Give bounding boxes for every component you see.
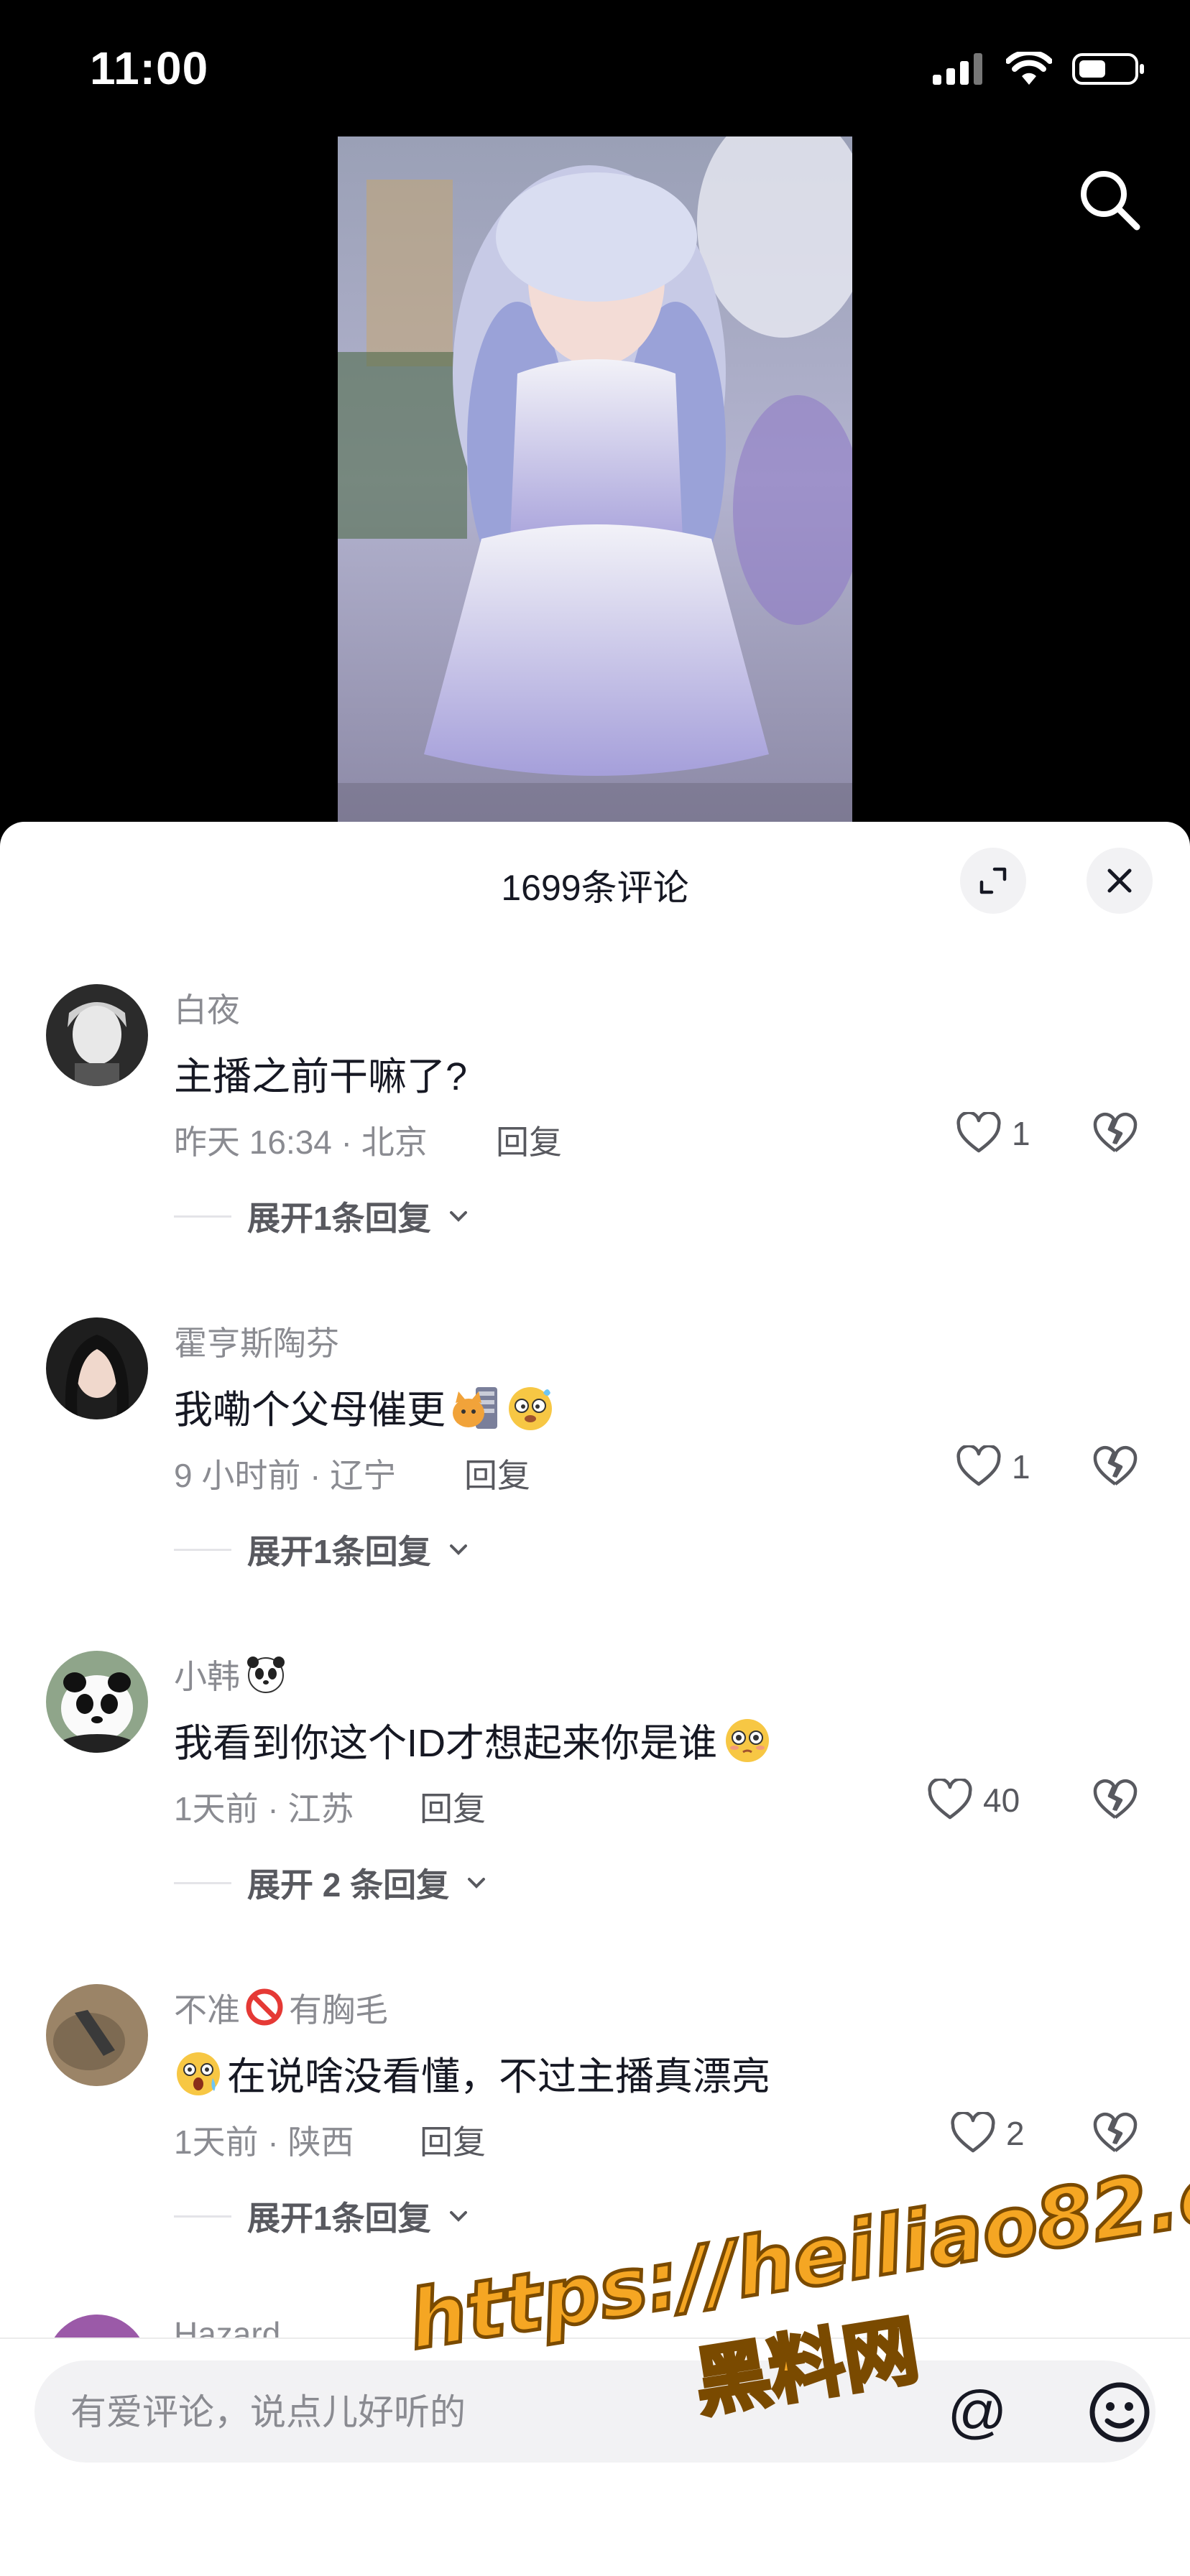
like-button[interactable]: 2 bbox=[950, 2112, 1025, 2155]
comment-meta: 9 小时前 · 辽宁 bbox=[174, 1457, 397, 1494]
signal-icon bbox=[933, 53, 982, 85]
username[interactable]: 霍亨斯陶芬 bbox=[174, 1317, 339, 1365]
broken-heart-icon bbox=[1093, 2112, 1138, 2152]
flushed-face-emoji-icon bbox=[726, 1719, 769, 1762]
emoji-button[interactable] bbox=[1084, 2376, 1156, 2448]
heart-icon bbox=[951, 2112, 995, 2153]
expand-replies[interactable]: 展开 2 条回复 bbox=[174, 1859, 488, 1906]
broken-heart-icon bbox=[1093, 1112, 1138, 1152]
cosplay-photo bbox=[338, 136, 852, 826]
shocked-face-emoji-icon bbox=[177, 2052, 220, 2095]
expand-icon bbox=[979, 867, 1007, 894]
heart-icon bbox=[956, 1445, 1001, 1486]
dizzy-face-emoji-icon bbox=[509, 1387, 552, 1430]
avatar[interactable] bbox=[46, 1317, 148, 1419]
expand-replies[interactable]: 展开1条回复 bbox=[174, 1526, 470, 1573]
expand-button[interactable] bbox=[960, 848, 1026, 914]
search-icon bbox=[1081, 171, 1140, 231]
like-button[interactable]: 1 bbox=[956, 1112, 1030, 1155]
comment-meta: 昨天 16:34 · 北京 bbox=[174, 1123, 428, 1161]
panda-emoji-icon bbox=[247, 1657, 285, 1693]
like-count: 1 bbox=[1012, 1115, 1030, 1152]
avatar[interactable] bbox=[46, 1651, 148, 1753]
dislike-button[interactable] bbox=[1092, 2111, 1138, 2159]
cat-calendar-emoji-icon bbox=[453, 1387, 497, 1429]
reply-button[interactable]: 回复 bbox=[420, 1783, 486, 1830]
expand-replies-label: 展开1条回复 bbox=[247, 1533, 431, 1570]
reply-button[interactable]: 回复 bbox=[464, 1450, 530, 1497]
expand-replies[interactable]: 展开1条回复 bbox=[174, 1192, 470, 1240]
comment-text: 主播之前干嘛了? bbox=[174, 1055, 468, 1098]
like-count: 1 bbox=[1012, 1448, 1030, 1486]
prohibited-icon bbox=[246, 1988, 283, 2026]
broken-heart-icon bbox=[1093, 1445, 1138, 1486]
like-button[interactable]: 40 bbox=[927, 1779, 1020, 1822]
username[interactable]: 白夜 bbox=[174, 984, 240, 1032]
like-count: 2 bbox=[1006, 2115, 1025, 2152]
reply-button[interactable]: 回复 bbox=[420, 2116, 486, 2164]
comment-meta: 1天前 · 江苏 bbox=[174, 1790, 354, 1827]
emoji-icon bbox=[1089, 2382, 1150, 2442]
close-icon bbox=[1107, 868, 1132, 893]
avatar[interactable] bbox=[46, 1984, 148, 2086]
heart-icon bbox=[956, 1112, 1001, 1153]
comment-text: 我嘞个父母催更 bbox=[174, 1378, 555, 1435]
comment-text: 我看到你这个ID才想起来你是谁 bbox=[174, 1711, 772, 1768]
chevron-down-icon bbox=[449, 1544, 467, 1555]
status-bar: 11:00 bbox=[0, 0, 1190, 136]
wifi-icon bbox=[1006, 52, 1052, 85]
status-icons bbox=[933, 52, 1147, 86]
expand-replies[interactable]: 展开1条回复 bbox=[174, 2192, 470, 2240]
dislike-button[interactable] bbox=[1092, 1111, 1138, 1159]
like-count: 40 bbox=[983, 1782, 1020, 1819]
username[interactable]: 小韩 bbox=[174, 1651, 286, 1698]
like-button[interactable]: 1 bbox=[956, 1445, 1030, 1488]
chevron-down-icon bbox=[449, 1211, 467, 1222]
broken-heart-icon bbox=[1093, 1779, 1138, 1819]
dislike-button[interactable] bbox=[1092, 1777, 1138, 1825]
expand-replies-label: 展开1条回复 bbox=[247, 1200, 431, 1237]
video-preview[interactable] bbox=[338, 136, 852, 826]
close-button[interactable] bbox=[1087, 848, 1153, 914]
expand-replies-label: 展开1条回复 bbox=[247, 2200, 431, 2237]
chevron-down-icon bbox=[449, 2211, 467, 2222]
reply-button[interactable]: 回复 bbox=[496, 1116, 562, 1164]
chevron-down-icon bbox=[468, 1878, 486, 1889]
battery-icon bbox=[1072, 53, 1144, 85]
expand-replies-label: 展开 2 条回复 bbox=[247, 1866, 450, 1904]
comment-item: 白夜 主播之前干嘛了? 昨天 16:34 · 北京 回复 1 展开1条回复 bbox=[0, 984, 1190, 1286]
heart-icon bbox=[928, 1779, 972, 1820]
status-time: 11:00 bbox=[90, 42, 209, 94]
comment-meta: 1天前 · 陕西 bbox=[174, 2123, 354, 2161]
avatar[interactable] bbox=[46, 984, 148, 1086]
username[interactable]: 不准 有胸毛 bbox=[174, 1984, 388, 2031]
search-button[interactable] bbox=[1076, 167, 1143, 233]
comment-text: 在说啥没看懂，不过主播真漂亮 bbox=[174, 2044, 770, 2101]
comment-item: 小韩 我看到你这个ID才想起来你是谁 1天前 · 江苏 回复 40 展开 2 条… bbox=[0, 1651, 1190, 1952]
comment-item: 霍亨斯陶芬 我嘞个父母催更 9 小时前 · 辽宁 回复 1 展开1条回复 bbox=[0, 1317, 1190, 1619]
dislike-button[interactable] bbox=[1092, 1444, 1138, 1492]
